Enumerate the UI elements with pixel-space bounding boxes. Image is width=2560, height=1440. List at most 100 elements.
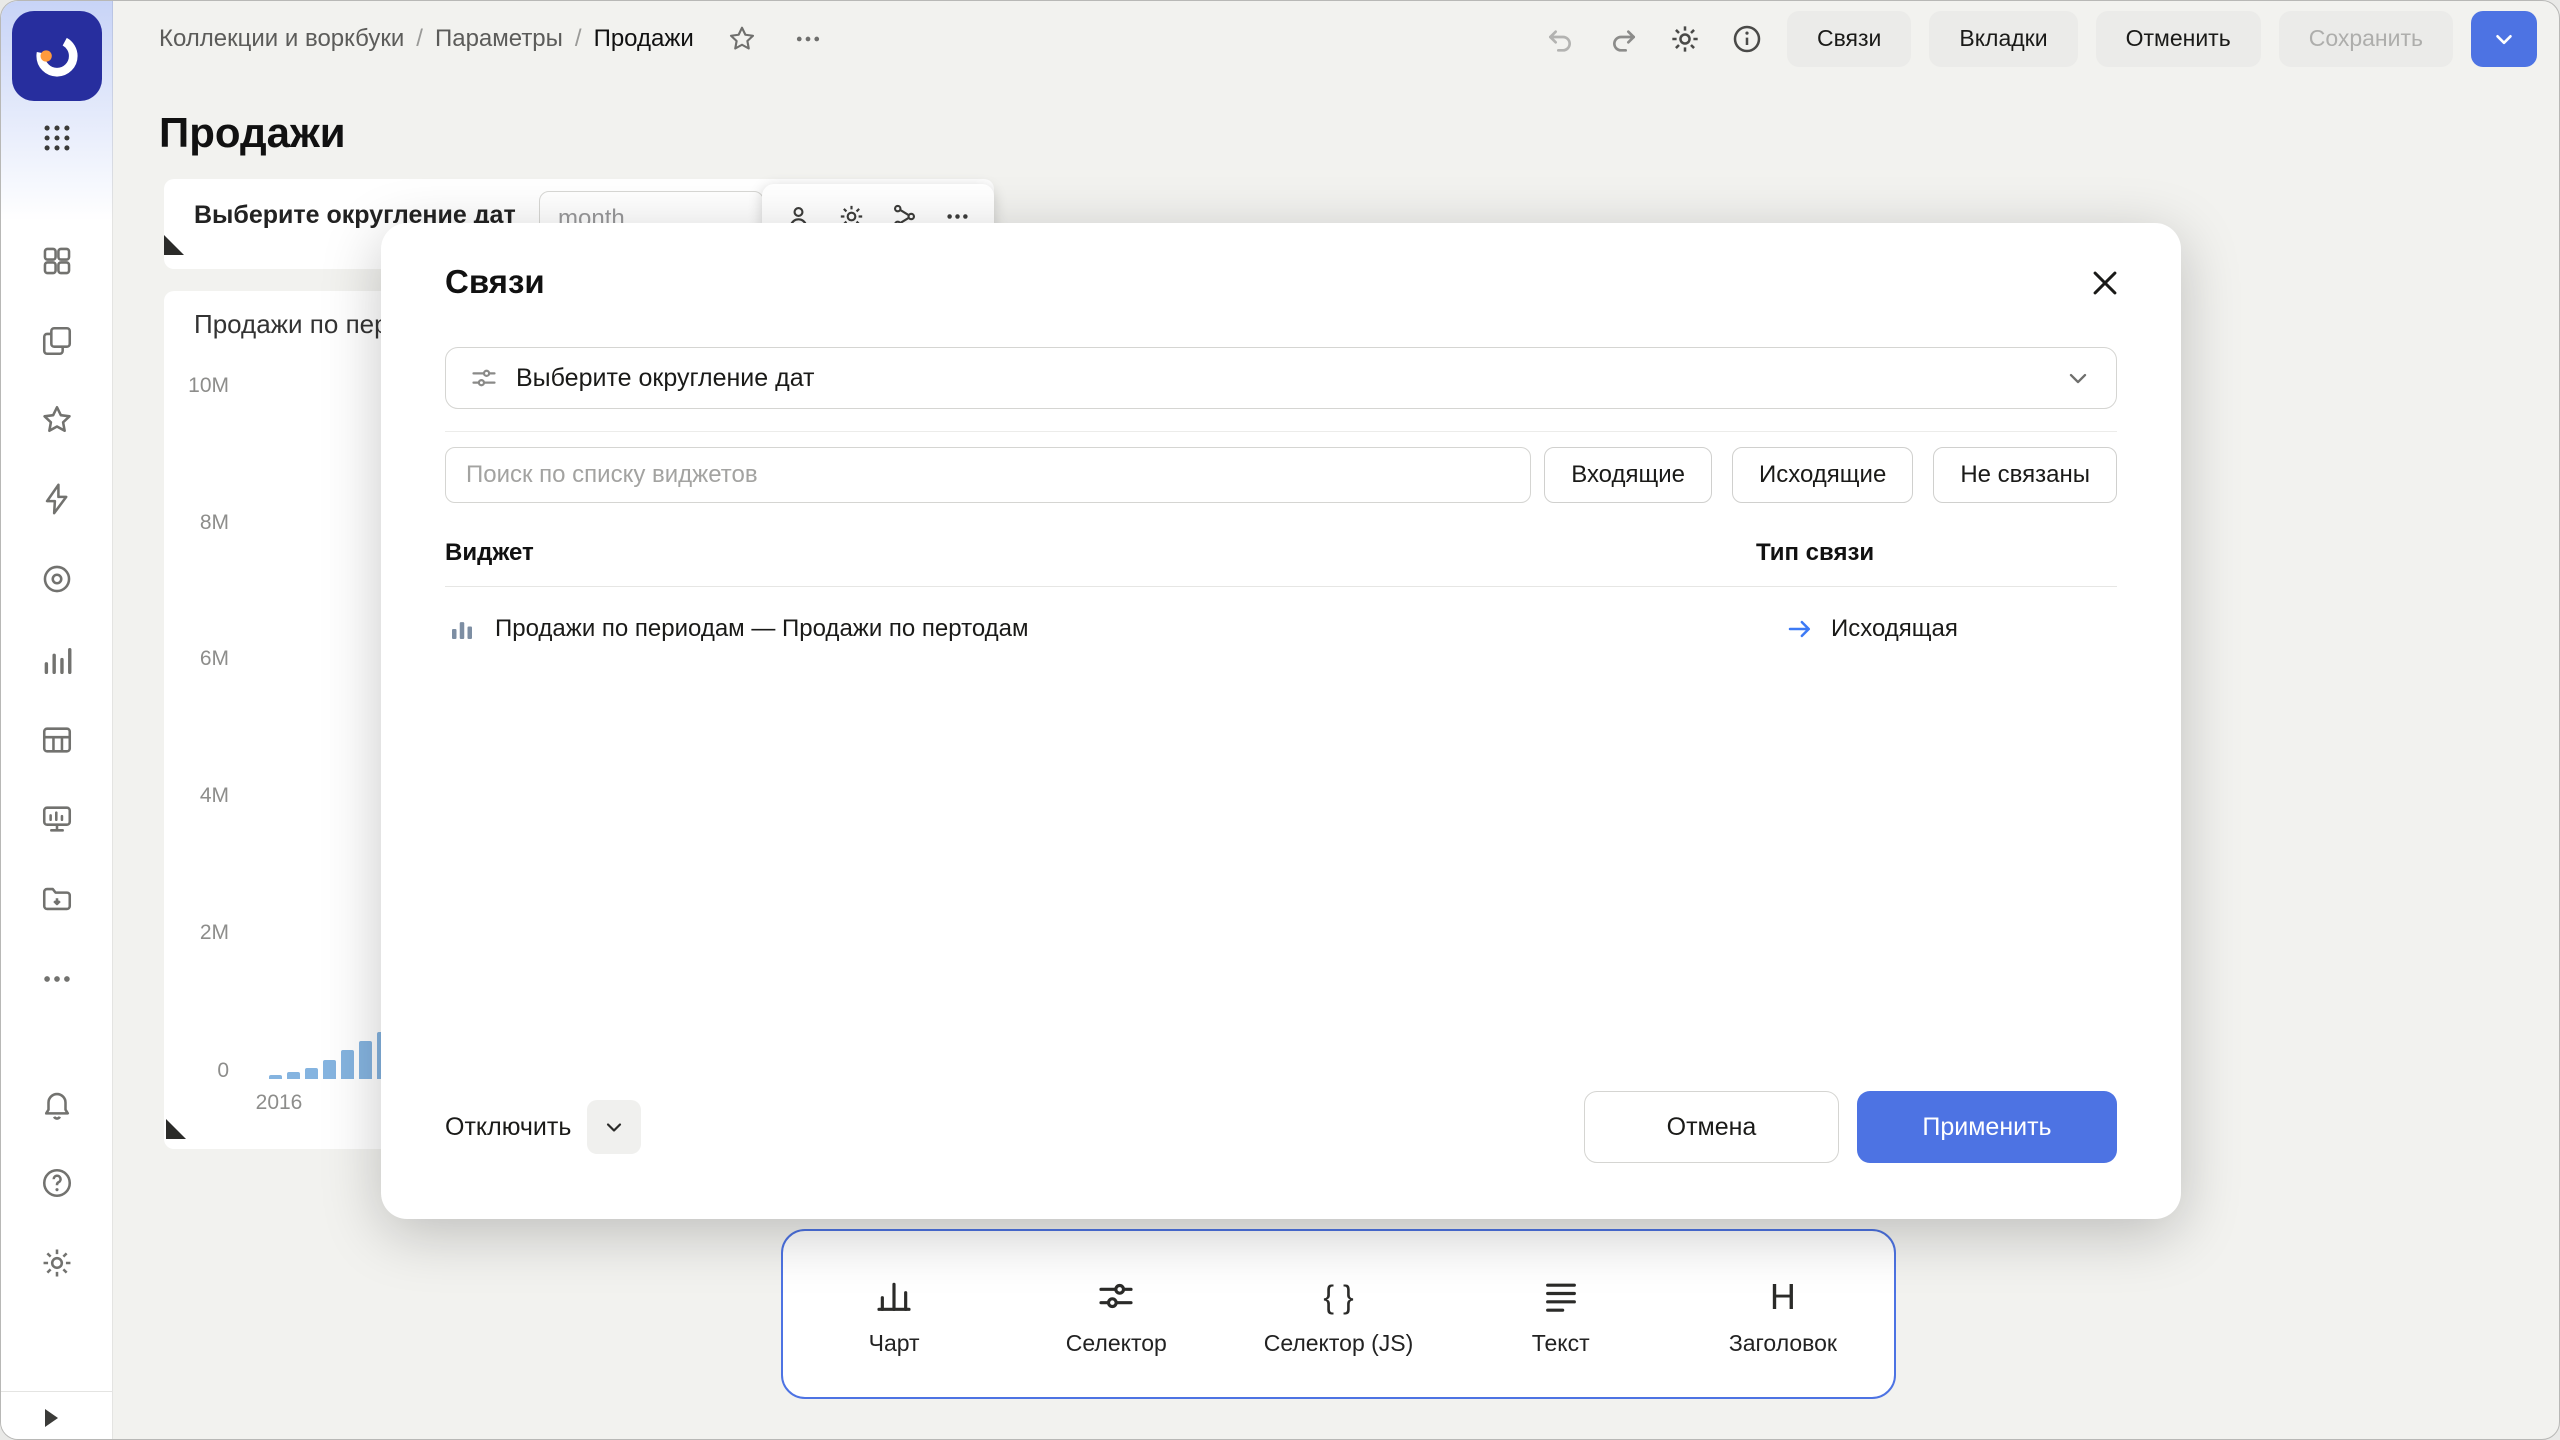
- table-row[interactable]: Продажи по периодам — Продажи по пертода…: [445, 601, 2117, 657]
- filter-outgoing-button[interactable]: Исходящие: [1732, 447, 1913, 503]
- chart-bar: [287, 1072, 300, 1079]
- panel-item-title[interactable]: H Заголовок: [1672, 1272, 1894, 1357]
- sidebar-item-datasets[interactable]: [1, 562, 113, 596]
- sidebar-item-workbooks[interactable]: [1, 324, 113, 358]
- y-axis-tick: 6M: [151, 647, 229, 671]
- chart-bar: [269, 1075, 282, 1079]
- add-widget-panel: Чарт Селектор { } Селектор (JS) Текст: [781, 1229, 1896, 1399]
- filter-incoming-button[interactable]: Входящие: [1544, 447, 1712, 503]
- cancel-edit-button[interactable]: Отменить: [2096, 11, 2261, 67]
- apply-button[interactable]: Применить: [1857, 1091, 2117, 1163]
- breadcrumb-parameters[interactable]: Параметры: [435, 25, 563, 53]
- save-dropdown-button[interactable]: [2471, 11, 2537, 67]
- top-bar-actions: Связи Вкладки Отменить Сохранить: [1539, 1, 2537, 76]
- sidebar-item-charts[interactable]: [1, 644, 113, 678]
- row-widget-name: Продажи по периодам — Продажи по пертода…: [495, 615, 1028, 643]
- page-title: Продажи: [159, 109, 346, 157]
- braces-icon: { }: [1323, 1272, 1353, 1316]
- chart-bar: [341, 1050, 354, 1079]
- relations-dialog: Связи Выберите округление дат: [381, 223, 2181, 1219]
- panel-item-label: Селектор (JS): [1264, 1330, 1414, 1357]
- dialog-footer: Отключить Отмена Применить: [445, 1091, 2117, 1163]
- breadcrumb-collections[interactable]: Коллекции и воркбуки: [159, 25, 404, 53]
- x-axis-tick: 2016: [231, 1091, 327, 1115]
- panel-item-label: Чарт: [869, 1330, 920, 1357]
- disable-dropdown-button[interactable]: [587, 1100, 641, 1154]
- cancel-button[interactable]: Отмена: [1584, 1091, 1839, 1163]
- sliders-icon: [470, 364, 498, 392]
- favorite-star-icon[interactable]: [720, 17, 764, 61]
- dashboard-settings-gear-icon[interactable]: [1663, 17, 1707, 61]
- column-relation-type: Тип связи: [1756, 539, 1874, 567]
- undo-icon[interactable]: [1539, 17, 1583, 61]
- breadcrumb-separator: /: [416, 25, 423, 53]
- filter-unrelated-button[interactable]: Не связаны: [1933, 447, 2117, 503]
- panel-item-chart[interactable]: Чарт: [783, 1272, 1005, 1357]
- app-window: Коллекции и воркбуки / Параметры / Прода…: [0, 0, 2560, 1440]
- breadcrumb-separator: /: [575, 25, 582, 53]
- apps-grid-icon[interactable]: [1, 121, 113, 155]
- sidebar-item-collections[interactable]: [1, 244, 113, 278]
- panel-item-label: Заголовок: [1729, 1330, 1837, 1357]
- table-header: Виджет Тип связи: [445, 539, 2117, 573]
- selector-icon: [1096, 1272, 1136, 1316]
- panel-item-label: Селектор: [1066, 1330, 1167, 1357]
- redo-icon[interactable]: [1601, 17, 1645, 61]
- sidebar-divider: [1, 1391, 113, 1392]
- sidebar-item-dashboards[interactable]: [1, 802, 113, 836]
- divider: [445, 586, 2117, 587]
- sidebar: [1, 1, 113, 1440]
- widget-select-dropdown[interactable]: Выберите округление дат: [445, 347, 2117, 409]
- widget-resize-handle[interactable]: [164, 235, 184, 255]
- chart-bar: [323, 1060, 336, 1079]
- settings-gear-icon[interactable]: [1, 1246, 113, 1280]
- y-axis-tick: 2M: [151, 921, 229, 945]
- top-bar: Коллекции и воркбуки / Параметры / Прода…: [113, 1, 2559, 76]
- panel-item-label: Текст: [1532, 1330, 1590, 1357]
- sidebar-item-connections[interactable]: [1, 482, 113, 516]
- panel-item-selector-js[interactable]: { } Селектор (JS): [1227, 1272, 1449, 1357]
- save-button[interactable]: Сохранить: [2279, 11, 2453, 67]
- column-widget: Виджет: [445, 539, 534, 567]
- y-axis-tick: 0: [151, 1059, 229, 1083]
- text-lines-icon: [1541, 1272, 1581, 1316]
- breadcrumb: Коллекции и воркбуки / Параметры / Прода…: [159, 1, 830, 76]
- chart-bar: [359, 1041, 372, 1079]
- heading-icon: H: [1770, 1272, 1796, 1316]
- sidebar-item-tables[interactable]: [1, 723, 113, 757]
- sidebar-item-files[interactable]: [1, 882, 113, 916]
- relation-type-label: Исходящая: [1831, 615, 1958, 643]
- dialog-title: Связи: [445, 263, 545, 301]
- outgoing-arrow-icon: [1785, 614, 1815, 644]
- y-axis-tick: 8M: [151, 511, 229, 535]
- close-icon[interactable]: [2081, 259, 2129, 307]
- chevron-down-icon: [2064, 364, 2092, 392]
- panel-item-selector[interactable]: Селектор: [1005, 1272, 1227, 1357]
- notifications-bell-icon[interactable]: [1, 1087, 113, 1121]
- relations-button[interactable]: Связи: [1787, 11, 1911, 67]
- y-axis-tick: 4M: [151, 784, 229, 808]
- chart-bars: [269, 386, 390, 1079]
- panel-item-text[interactable]: Текст: [1450, 1272, 1672, 1357]
- dropdown-selected-value: Выберите округление дат: [516, 364, 2046, 393]
- info-icon[interactable]: [1725, 17, 1769, 61]
- sidebar-expand-icon[interactable]: [45, 1409, 58, 1427]
- help-icon[interactable]: [1, 1166, 113, 1200]
- relation-filters: Входящие Исходящие Не связаны: [1544, 447, 2117, 503]
- widget-search-input[interactable]: [445, 447, 1531, 503]
- widget-resize-handle[interactable]: [166, 1119, 186, 1139]
- chart-icon: [874, 1272, 914, 1316]
- divider: [445, 431, 2117, 432]
- datalens-logo[interactable]: [12, 11, 102, 101]
- row-relation-type: Исходящая: [1785, 614, 1958, 644]
- chart-bar: [305, 1068, 318, 1079]
- tabs-button[interactable]: Вкладки: [1929, 11, 2077, 67]
- more-menu-icon[interactable]: [786, 17, 830, 61]
- sidebar-item-favorites[interactable]: [1, 403, 113, 437]
- sidebar-more-icon[interactable]: [1, 962, 113, 996]
- mini-chart-icon: [445, 612, 479, 646]
- disable-button[interactable]: Отключить: [445, 1113, 571, 1142]
- search-filter-row: Входящие Исходящие Не связаны: [445, 447, 2117, 503]
- y-axis-tick: 10M: [151, 374, 229, 398]
- breadcrumb-current: Продажи: [594, 25, 694, 53]
